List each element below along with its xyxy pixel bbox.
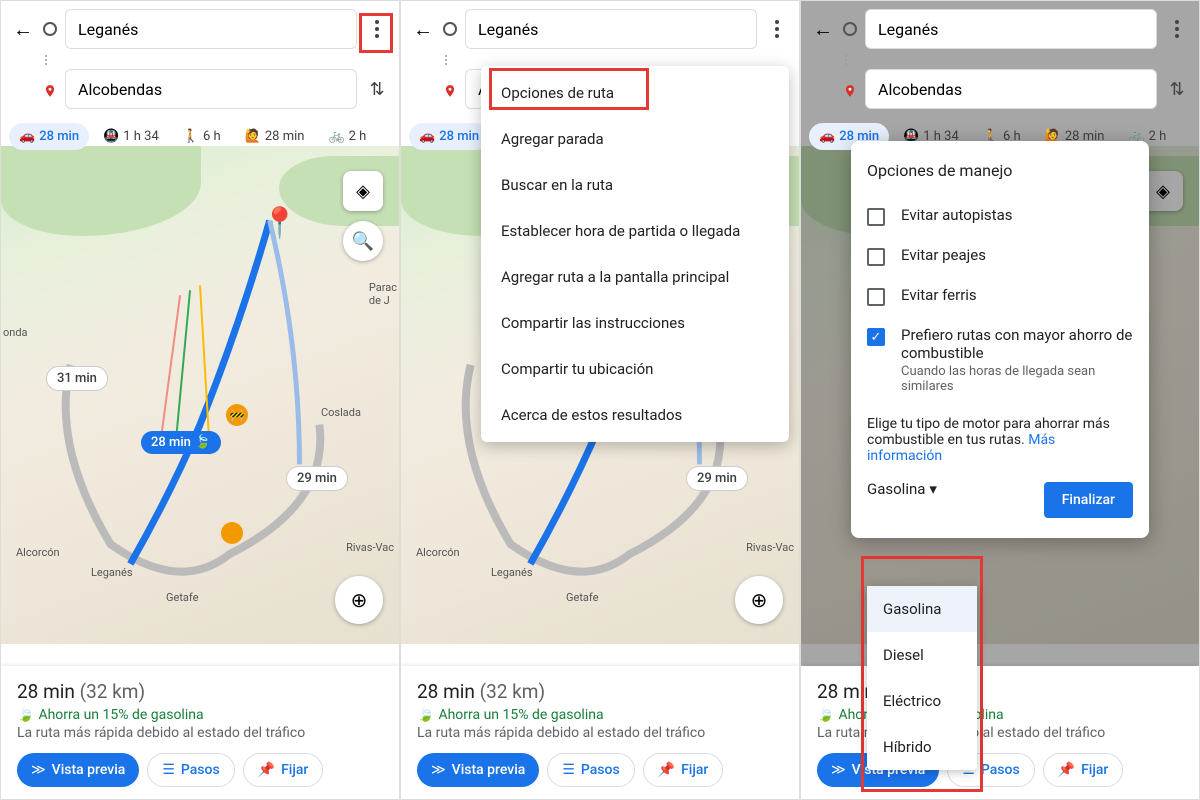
roadwork-icon: 🚧 [226, 404, 248, 426]
preview-button[interactable]: ≫ Vista previa [417, 753, 539, 787]
pin-button[interactable]: 📌 Fijar [243, 753, 324, 787]
checkbox-icon[interactable] [867, 288, 885, 306]
origin-dot-icon [43, 22, 57, 36]
alt-route-badge-1[interactable]: 31 min [46, 366, 108, 391]
origin-input[interactable]: Leganés [465, 9, 757, 49]
destination-input[interactable]: Alcobendas [865, 69, 1157, 109]
steps-button[interactable]: ☰ Pasos [147, 753, 234, 787]
fuel-efficient-row[interactable]: ✓ Prefiero rutas con mayor ahorro de com… [867, 316, 1133, 404]
screenshot-2: ← Leganés A 🚗 28 min 29 min Alcorcón Leg… [400, 0, 800, 800]
fuel-savings-label: 🍃 Ahorra un 15% de gasolina [17, 707, 383, 723]
driving-options-modal: Opciones de manejo Evitar autopistas Evi… [851, 141, 1149, 538]
map-search-button[interactable]: 🔍 [343, 221, 383, 261]
back-icon[interactable]: ← [11, 17, 35, 42]
mode-bike[interactable]: 🚲 2 h [318, 123, 376, 150]
destination-pin-icon [843, 82, 857, 96]
mode-transit[interactable]: 🚇 1 h 34 [93, 123, 169, 150]
steps-button[interactable]: ☰ Pasos [547, 753, 634, 787]
origin-dot-icon [443, 22, 457, 36]
screenshot-1: ← Leganés Alcobendas ⇅ 🚗 28 min 🚇 1 h 34… [0, 0, 400, 800]
layers-button[interactable]: ◈ [343, 171, 383, 211]
city-label: Leganés [91, 566, 133, 579]
city-label: Getafe [166, 591, 198, 604]
overflow-menu-button[interactable] [765, 20, 789, 38]
origin-input[interactable]: Leganés [865, 9, 1157, 49]
avoid-highways-row[interactable]: Evitar autopistas [867, 196, 1133, 236]
route-description: La ruta más rápida debido al estado del … [17, 725, 383, 741]
my-location-button[interactable]: ⊕ [335, 576, 383, 624]
overflow-menu-button[interactable] [365, 20, 389, 38]
destination-pin-icon [443, 82, 457, 96]
pin-button[interactable]: 📌 Fijar [1043, 753, 1124, 787]
overflow-menu-button[interactable] [1165, 20, 1189, 38]
swap-icon[interactable]: ⇅ [365, 79, 389, 100]
engine-dropdown-list: Gasolina Diesel Eléctrico Híbrido [867, 586, 977, 770]
mode-rideshare[interactable]: 🙋 28 min [235, 123, 315, 150]
city-label: Coslada [321, 406, 361, 419]
city-label: Getafe [566, 591, 598, 604]
mode-car[interactable]: 🚗 28 min [409, 123, 489, 150]
menu-search-route[interactable]: Buscar en la ruta [481, 162, 789, 208]
destination-marker-icon: 📍 [261, 206, 298, 241]
screenshot-3: ← Leganés Alcobendas ⇅ 🚗 28 min 🚇 1 h 34… [800, 0, 1200, 800]
menu-add-stop[interactable]: Agregar parada [481, 116, 789, 162]
engine-help-text: Elige tu tipo de motor para ahorrar más … [867, 416, 1133, 464]
engine-option-electrico[interactable]: Eléctrico [867, 678, 977, 724]
route-description: La ruta más rápida debido al estado del … [417, 725, 783, 741]
city-label: Rivas-Vac [346, 541, 394, 554]
origin-input[interactable]: Leganés [65, 9, 357, 49]
main-route-badge[interactable]: 28 min 🍃 [141, 431, 221, 454]
layers-button[interactable]: ◈ [1143, 171, 1183, 211]
my-location-button[interactable]: ⊕ [735, 576, 783, 624]
destination-input[interactable]: Alcobendas [65, 69, 357, 109]
city-label: Alcorcón [416, 546, 460, 559]
route-time: 28 min (32 km) [417, 680, 783, 703]
checkbox-icon[interactable] [867, 208, 885, 226]
city-label: Leganés [491, 566, 533, 579]
destination-pin-icon [43, 82, 57, 96]
engine-option-diesel[interactable]: Diesel [867, 632, 977, 678]
overflow-menu: Opciones de ruta Agregar parada Buscar e… [481, 66, 789, 442]
city-label: Alcorcón [16, 546, 60, 559]
menu-about[interactable]: Acerca de estos resultados [481, 392, 789, 438]
menu-route-options[interactable]: Opciones de ruta [481, 70, 789, 116]
menu-add-home[interactable]: Agregar ruta a la pantalla principal [481, 254, 789, 300]
finalize-button[interactable]: Finalizar [1044, 482, 1133, 518]
avoid-ferries-row[interactable]: Evitar ferris [867, 276, 1133, 316]
map-canvas[interactable]: 📍 28 min 🍃 31 min 29 min Coslada Alcorcó… [1, 146, 399, 644]
swap-icon[interactable]: ⇅ [1165, 79, 1189, 100]
checkbox-checked-icon[interactable]: ✓ [867, 328, 885, 346]
engine-option-hibrido[interactable]: Híbrido [867, 724, 977, 770]
preview-button[interactable]: ≫ Vista previa [17, 753, 139, 787]
route-summary-sheet: 28 min (32 km) 🍃 Ahorra un 15% de gasoli… [1, 666, 399, 799]
city-label: Parac de J [369, 281, 397, 307]
avoid-tolls-row[interactable]: Evitar peajes [867, 236, 1133, 276]
origin-dot-icon [843, 22, 857, 36]
city-label: Rivas-Vac [746, 541, 794, 554]
pin-button[interactable]: 📌 Fijar [643, 753, 724, 787]
back-icon[interactable]: ← [411, 17, 435, 42]
fuel-savings-label: 🍃 Ahorra un 15% de gasolina [417, 707, 783, 723]
back-icon[interactable]: ← [811, 17, 835, 42]
alt-route-badge-2[interactable]: 29 min [286, 466, 348, 491]
alt-route-badge-2[interactable]: 29 min [686, 466, 748, 491]
checkbox-icon[interactable] [867, 248, 885, 266]
engine-dropdown[interactable]: Gasolina ▾ [867, 474, 937, 504]
city-label: onda [3, 326, 28, 339]
travel-mode-chips: 🚗 28 min 🚇 1 h 34 🚶 6 h 🙋 28 min 🚲 2 h [1, 119, 399, 158]
incident-icon [221, 522, 243, 544]
modal-title: Opciones de manejo [867, 161, 1133, 180]
mode-car[interactable]: 🚗 28 min [9, 123, 89, 150]
menu-share-dirs[interactable]: Compartir las instrucciones [481, 300, 789, 346]
menu-set-time[interactable]: Establecer hora de partida o llegada [481, 208, 789, 254]
mode-walk[interactable]: 🚶 6 h [173, 123, 231, 150]
engine-option-gasolina[interactable]: Gasolina [867, 586, 977, 632]
route-time: 28 min (32 km) [17, 680, 383, 703]
menu-share-loc[interactable]: Compartir tu ubicación [481, 346, 789, 392]
